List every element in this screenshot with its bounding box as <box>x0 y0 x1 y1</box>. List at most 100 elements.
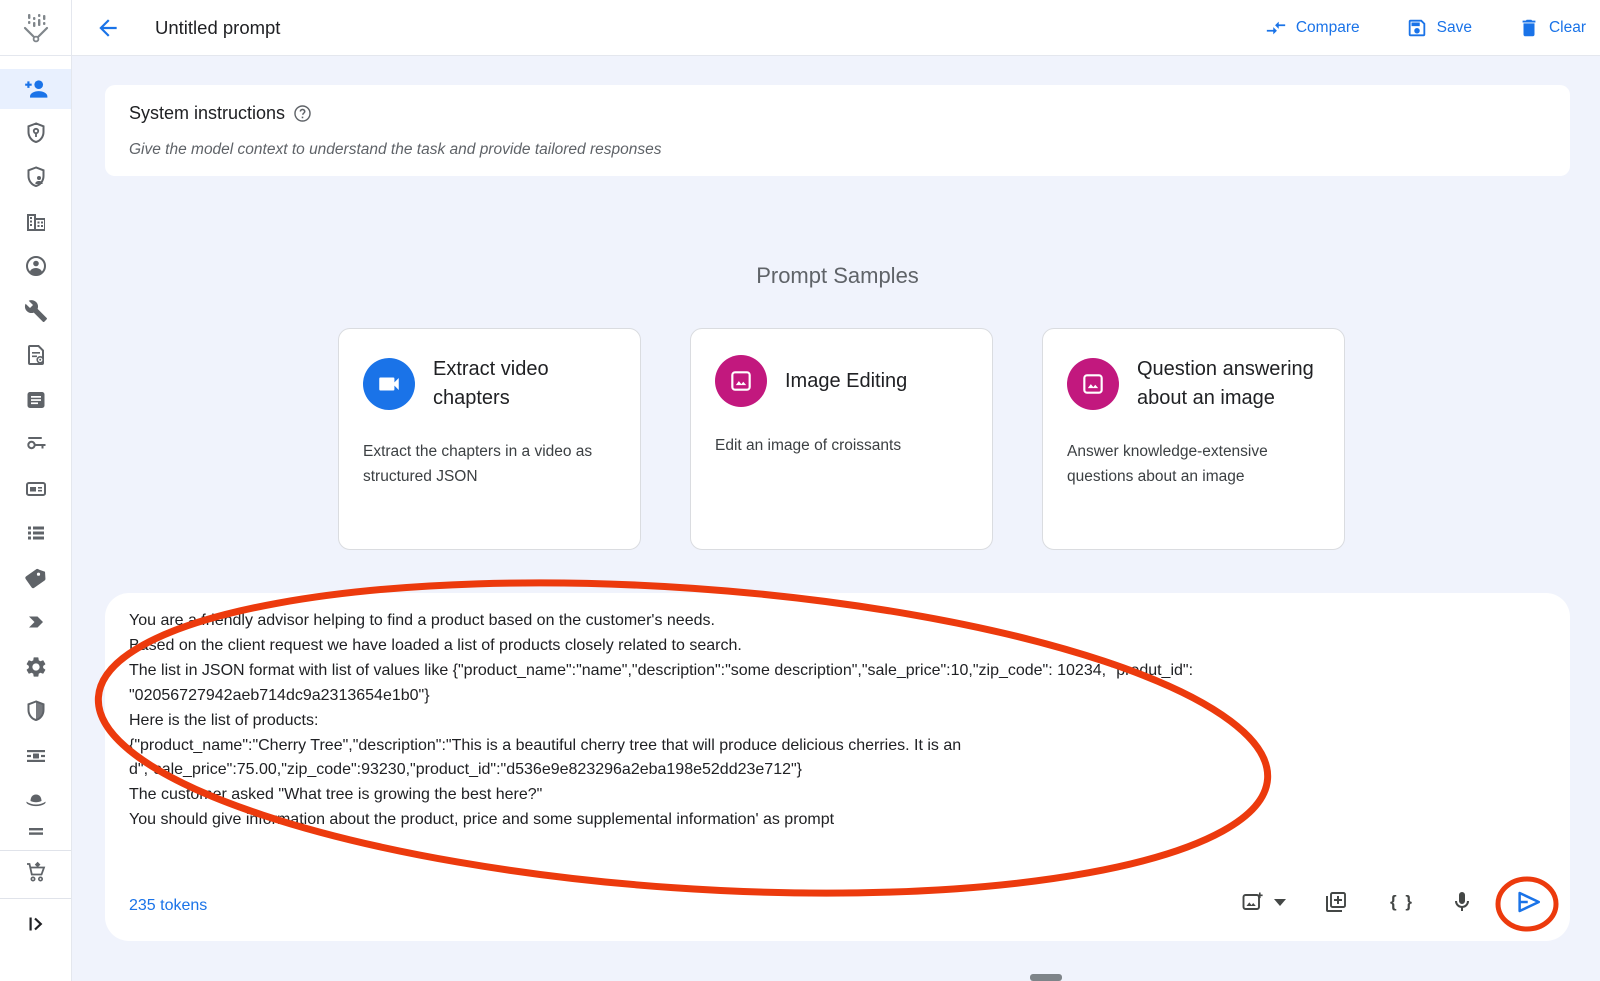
prompt-line: d","sale_price":75.00,"zip_code":93230,"… <box>129 758 1540 783</box>
prompt-line: The customer asked "What tree is growing… <box>129 783 1540 808</box>
sidebar-item-settings[interactable] <box>0 647 71 687</box>
insert-image-icon <box>1240 890 1264 914</box>
wrench-icon <box>24 299 48 323</box>
system-instructions-title: System instructions <box>129 103 285 124</box>
save-label: Save <box>1437 19 1472 37</box>
sample-card-header: Image Editing <box>715 355 968 407</box>
save-icon <box>1406 17 1428 39</box>
label-icon <box>24 566 48 590</box>
top-actions: Compare Save Clear <box>1265 0 1586 56</box>
policy-doc-icon <box>24 343 48 367</box>
sidebar-item-person-add[interactable] <box>0 69 71 109</box>
article-icon <box>24 388 48 412</box>
prompt-text[interactable]: You are a friendly advisor helping to fi… <box>129 609 1540 833</box>
clear-button[interactable]: Clear <box>1518 17 1586 39</box>
shield-key-icon <box>24 121 48 145</box>
prompt-line: "02056727942aeb714dc9a2313654e1b0"} <box>129 684 1540 709</box>
arrow-back-icon <box>95 15 121 41</box>
sample-card-title: Question answering about an image <box>1137 355 1320 413</box>
top-bar: Untitled prompt Compare Save Clear <box>0 0 1600 56</box>
image-icon <box>1067 358 1119 410</box>
sidebar-item-transit[interactable] <box>0 736 71 776</box>
mic-button[interactable] <box>1450 890 1474 914</box>
sidebar-item-lines[interactable] <box>0 816 71 848</box>
sidebar-item-hat[interactable] <box>0 780 71 820</box>
sidebar-item-forward[interactable] <box>0 602 71 642</box>
sidebar-item-cart[interactable] <box>0 852 71 892</box>
cart-icon <box>24 860 48 884</box>
code-button[interactable]: { } <box>1390 892 1414 912</box>
prompt-line: You are a friendly advisor helping to fi… <box>129 609 1540 634</box>
prompt-line: The list in JSON format with list of val… <box>129 659 1540 684</box>
help-icon[interactable] <box>293 104 312 123</box>
transit-icon <box>24 744 48 768</box>
sample-card-header: Question answering about an image <box>1067 355 1320 413</box>
trash-icon <box>1518 17 1540 39</box>
prompt-line: Here is the list of products: <box>129 709 1540 734</box>
samples-heading: Prompt Samples <box>105 263 1570 289</box>
videocam-icon <box>363 358 415 410</box>
sample-card-extract-video[interactable]: Extract video chapters Extract the chapt… <box>338 328 641 550</box>
sidebar-item-label[interactable] <box>0 558 71 598</box>
back-button[interactable] <box>92 12 124 44</box>
sample-card-description: Edit an image of croissants <box>715 433 968 458</box>
system-instructions-placeholder: Give the model context to understand the… <box>129 141 662 159</box>
system-instructions-header: System instructions <box>129 103 312 124</box>
sample-card-title: Extract video chapters <box>433 355 616 413</box>
ai-studio-logo-icon <box>16 8 56 48</box>
app-logo[interactable] <box>0 0 72 56</box>
dropdown-caret-icon[interactable] <box>1274 899 1286 906</box>
sidebar-divider <box>0 898 71 899</box>
sidebar-divider <box>0 850 71 851</box>
sidebar-item-account[interactable] <box>0 246 71 286</box>
prompt-line: {"product_name":"Cherry Tree","descripti… <box>129 734 1540 759</box>
run-button[interactable] <box>1514 887 1544 917</box>
prompt-line: Based on the client request we have load… <box>129 634 1540 659</box>
mic-icon <box>1450 890 1474 914</box>
ai-studio-app: Untitled prompt Compare Save Clear <box>0 0 1600 981</box>
sidebar-item-expand-panel[interactable] <box>0 904 71 944</box>
clear-label: Clear <box>1549 19 1586 37</box>
compare-button[interactable]: Compare <box>1265 17 1360 39</box>
domain-icon <box>24 210 48 234</box>
prompt-title[interactable]: Untitled prompt <box>155 0 280 56</box>
list-icon <box>24 521 48 545</box>
sidebar-item-shield-half[interactable] <box>0 691 71 731</box>
hat-icon <box>24 788 48 812</box>
sidebar-item-build[interactable] <box>0 291 71 331</box>
sample-card-question-answering[interactable]: Question answering about an image Answer… <box>1042 328 1345 550</box>
key-icon <box>24 432 48 456</box>
person-add-icon <box>23 76 49 102</box>
sidebar-item-card[interactable] <box>0 469 71 509</box>
insert-image-button[interactable] <box>1240 890 1264 914</box>
horizontal-scrollbar-thumb[interactable] <box>1030 974 1062 981</box>
sidebar-item-policy[interactable] <box>0 335 71 375</box>
sidebar-item-domain[interactable] <box>0 202 71 242</box>
lines-icon <box>24 820 48 844</box>
sidebar <box>0 56 72 981</box>
card-icon <box>24 477 48 501</box>
prompt-editor[interactable]: You are a friendly advisor helping to fi… <box>105 593 1570 941</box>
expand-panel-icon <box>24 912 48 936</box>
sidebar-item-shield-key[interactable] <box>0 113 71 153</box>
add-to-photos-button[interactable] <box>1324 890 1348 914</box>
sidebar-item-shield-person[interactable] <box>0 157 71 197</box>
sample-card-title: Image Editing <box>785 367 907 396</box>
account-circle-icon <box>24 254 48 278</box>
sample-card-description: Extract the chapters in a video as struc… <box>363 439 616 489</box>
compare-label: Compare <box>1296 19 1360 37</box>
sample-card-image-editing[interactable]: Image Editing Edit an image of croissant… <box>690 328 993 550</box>
add-to-photos-icon <box>1324 890 1348 914</box>
prompt-line: You should give information about the pr… <box>129 808 1540 833</box>
sidebar-item-article[interactable] <box>0 380 71 420</box>
compare-arrows-icon <box>1265 17 1287 39</box>
save-button[interactable]: Save <box>1406 17 1472 39</box>
sidebar-item-key[interactable] <box>0 424 71 464</box>
sample-card-header: Extract video chapters <box>363 355 616 413</box>
sample-card-description: Answer knowledge-extensive questions abo… <box>1067 439 1320 489</box>
sidebar-item-list[interactable] <box>0 513 71 553</box>
forward-arrow-icon <box>24 610 48 634</box>
system-instructions-card[interactable]: System instructions Give the model conte… <box>105 85 1570 176</box>
token-count: 235 tokens <box>129 897 207 915</box>
prompt-toolbar: { } <box>1240 887 1544 917</box>
